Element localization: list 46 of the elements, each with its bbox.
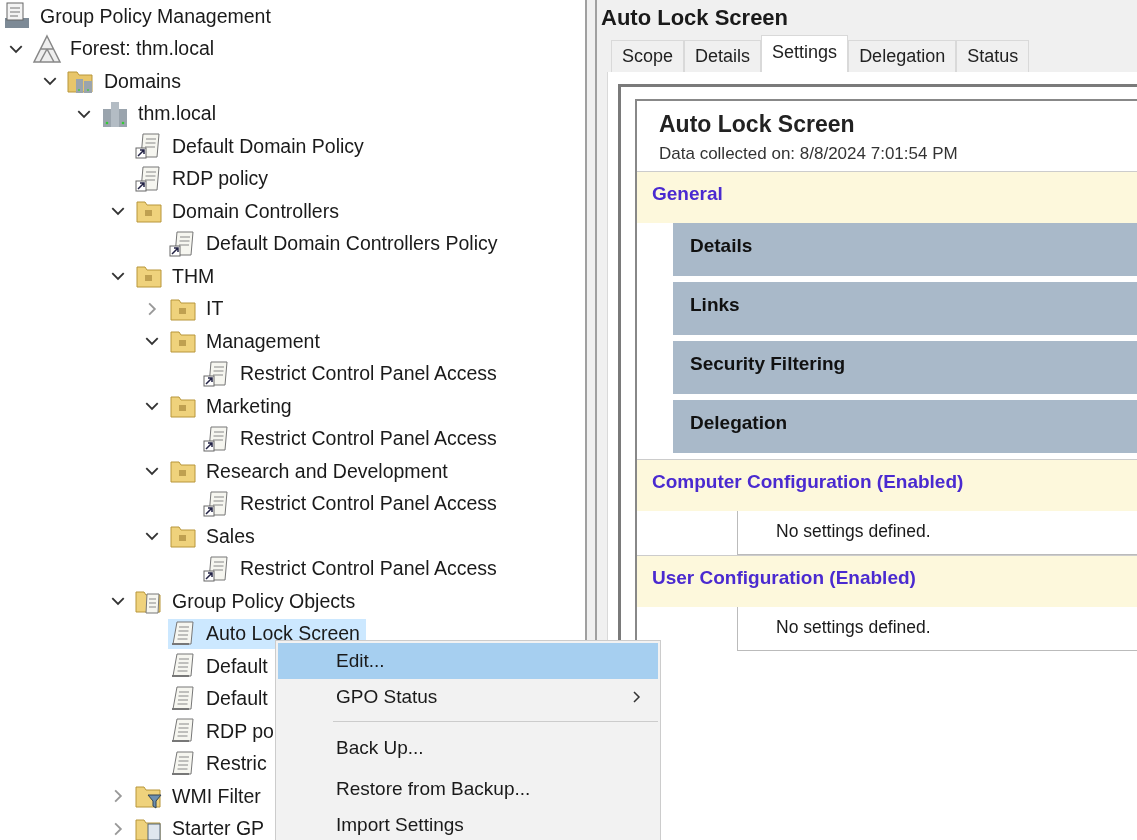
tree-item[interactable]: Restrict Control Panel Access xyxy=(202,553,503,584)
tree-item[interactable]: Starter GP xyxy=(134,813,271,840)
menu-item[interactable]: Edit... xyxy=(278,643,658,679)
tree-item[interactable]: Management xyxy=(168,326,326,357)
tree-item[interactable]: Restrict Control Panel Access xyxy=(202,488,503,519)
tree-item[interactable]: Restrict Control Panel Access xyxy=(202,423,503,454)
tree-item[interactable]: Domains xyxy=(66,66,187,97)
tab[interactable]: Status xyxy=(956,40,1030,72)
section-header[interactable]: User Configuration (Enabled) xyxy=(637,555,1137,607)
tree-item[interactable]: Default xyxy=(168,683,274,714)
tab[interactable]: Delegation xyxy=(848,40,957,72)
tree-item[interactable]: THM xyxy=(134,261,221,292)
tree-item[interactable]: Marketing xyxy=(168,391,298,422)
tree-item[interactable]: Restrict Control Panel Access xyxy=(202,358,503,389)
tree-item[interactable]: Research and Development xyxy=(168,456,454,487)
tree-item[interactable]: Default Domain Controllers Policy xyxy=(168,228,504,259)
menu-item[interactable]: GPO Status xyxy=(278,679,658,715)
tab[interactable]: Scope xyxy=(611,40,685,72)
tree-item[interactable]: Restric xyxy=(168,748,273,779)
tree-item[interactable]: WMI Filter xyxy=(134,781,267,812)
menu-item[interactable]: Import Settings xyxy=(278,807,658,840)
menu-item[interactable]: Restore from Backup... xyxy=(278,771,658,807)
tree-item[interactable]: RDP po xyxy=(168,716,280,747)
collected-date: Data collected on: 8/8/2024 7:01:54 PM xyxy=(658,143,959,165)
section-header[interactable]: Computer Configuration (Enabled) xyxy=(637,459,1137,511)
report-title: Auto Lock Screen xyxy=(658,110,856,138)
subsection-header[interactable]: Links xyxy=(673,282,1137,335)
tree-item[interactable]: RDP policy xyxy=(134,163,275,194)
section-header[interactable]: General xyxy=(637,171,1137,223)
tree-item[interactable]: Group Policy Objects xyxy=(134,586,362,617)
tab[interactable]: Details xyxy=(684,40,762,72)
subsection-header[interactable]: Details xyxy=(673,223,1137,276)
note-cell: No settings defined. xyxy=(737,607,1137,651)
tree-item[interactable]: Default xyxy=(168,651,274,682)
tree-item[interactable]: Forest: thm.local xyxy=(32,33,221,64)
tree-item[interactable]: Default Domain Policy xyxy=(134,131,370,162)
tree-item[interactable]: Domain Controllers xyxy=(134,196,345,227)
tab[interactable]: Settings xyxy=(761,35,849,72)
tree-item[interactable]: IT xyxy=(168,293,230,324)
panel-title: Auto Lock Screen xyxy=(600,4,790,32)
subsection-header[interactable]: Security Filtering xyxy=(673,341,1137,394)
tree-item[interactable]: Sales xyxy=(168,521,261,552)
triangle-icon xyxy=(32,33,62,64)
subsection-header[interactable]: Delegation xyxy=(673,400,1137,453)
tree-item[interactable]: thm.local xyxy=(100,98,223,129)
tree-item[interactable]: Group Policy Management xyxy=(2,1,277,32)
